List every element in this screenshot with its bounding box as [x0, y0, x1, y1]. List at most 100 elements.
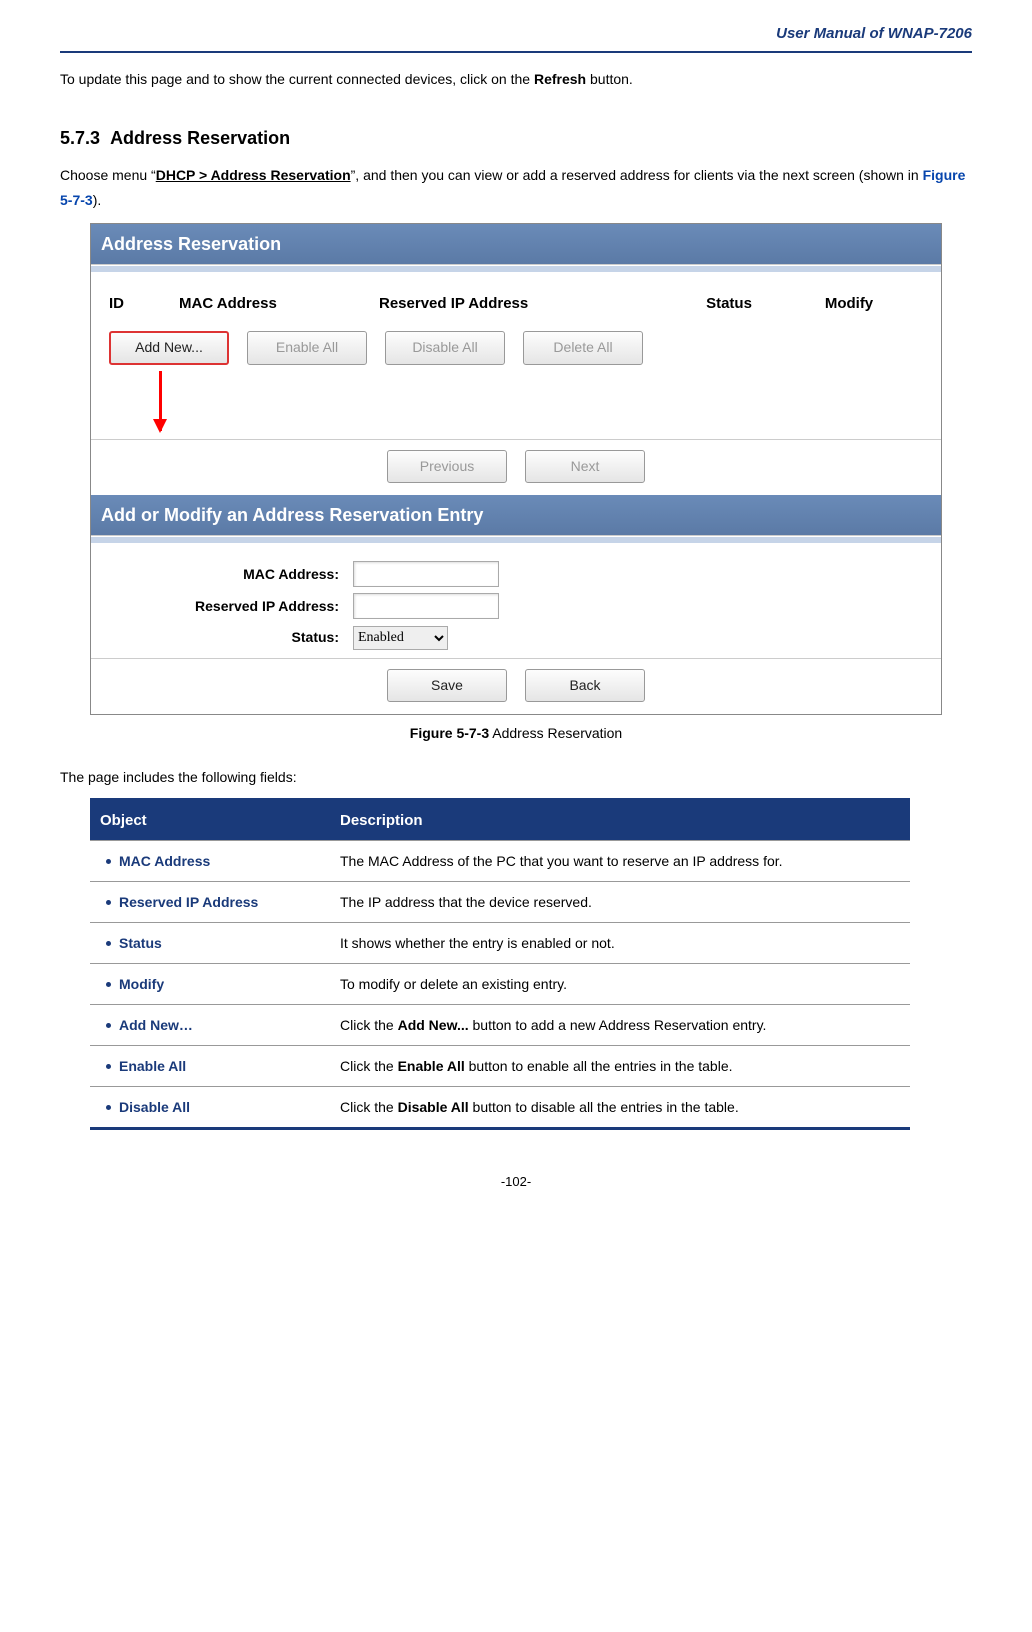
object-cell: Reserved IP Address [90, 881, 330, 922]
previous-button[interactable]: Previous [387, 450, 507, 483]
description-cell: Click the Enable All button to enable al… [330, 1045, 910, 1086]
desc-bold: Add New... [398, 1017, 469, 1033]
th-description: Description [330, 799, 910, 840]
object-text: MAC Address [119, 853, 210, 869]
description-cell: To modify or delete an existing entry. [330, 963, 910, 1004]
object-cell: Modify [90, 963, 330, 1004]
table-row: Add New… Click the Add New... button to a… [90, 1004, 910, 1045]
intro-post: button. [586, 71, 633, 87]
object-text: Enable All [119, 1058, 186, 1074]
description-cell: The IP address that the device reserved. [330, 881, 910, 922]
object-cell: Disable All [90, 1086, 330, 1128]
object-text: Modify [119, 976, 164, 992]
form-row-status: Status: Enabled [109, 625, 923, 650]
header-rule [60, 51, 972, 53]
object-cell: Status [90, 922, 330, 963]
description-cell: It shows whether the entry is enabled or… [330, 922, 910, 963]
bullet-icon [106, 982, 111, 987]
save-button[interactable]: Save [387, 669, 507, 702]
col-status: Status [659, 290, 799, 317]
form-row-mac: MAC Address: [109, 561, 923, 587]
bullet-icon [106, 941, 111, 946]
object-cell: Enable All [90, 1045, 330, 1086]
description-cell: The MAC Address of the PC that you want … [330, 840, 910, 881]
figure-caption: Figure 5-7-3 Address Reservation [60, 721, 972, 746]
bullet-icon [106, 1105, 111, 1110]
panel-accent [91, 265, 941, 272]
status-select[interactable]: Enabled [353, 626, 448, 650]
menu-post: ). [93, 192, 102, 208]
desc-bold: Disable All [398, 1099, 469, 1115]
col-mac: MAC Address [179, 290, 379, 317]
table-row: Reserved IP Address The IP address that t… [90, 881, 910, 922]
disable-all-button[interactable]: Disable All [385, 331, 505, 364]
mac-address-input[interactable] [353, 561, 499, 587]
back-button[interactable]: Back [525, 669, 645, 702]
desc-post: button to enable all the entries in the … [465, 1058, 733, 1074]
doc-header: User Manual of WNAP-7206 [60, 20, 972, 51]
table-row: Enable AllClick the Enable All button to… [90, 1045, 910, 1086]
fields-intro: The page includes the following fields: [60, 765, 972, 790]
figure-caption-bold: Figure 5-7-3 [410, 725, 489, 741]
desc-pre: Click the [340, 1017, 398, 1033]
desc-pre: The MAC Address of the PC that you want … [340, 853, 783, 869]
table-header-row: ID MAC Address Reserved IP Address Statu… [109, 284, 923, 331]
panel-accent-2 [91, 536, 941, 543]
menu-mid: ”, and then you can view or add a reserv… [351, 167, 923, 183]
page-footer: -102- [60, 1170, 972, 1193]
add-new-button[interactable]: Add New... [109, 331, 229, 364]
panel-body-1: ID MAC Address Reserved IP Address Statu… [91, 272, 941, 494]
menu-paragraph: Choose menu “DHCP > Address Reservation”… [60, 163, 972, 213]
mac-address-label: MAC Address: [109, 562, 353, 587]
object-text: Status [119, 935, 162, 951]
table-head-row: Object Description [90, 799, 910, 840]
enable-all-button[interactable]: Enable All [247, 331, 367, 364]
bullet-icon [106, 900, 111, 905]
object-text: Reserved IP Address [119, 894, 258, 910]
divider [91, 439, 941, 440]
desc-pre: The IP address that the device reserved. [340, 894, 592, 910]
table-row: Modify To modify or delete an existing en… [90, 963, 910, 1004]
intro-bold: Refresh [534, 71, 586, 87]
section-title: Address Reservation [110, 128, 290, 148]
table-row: Disable AllClick the Disable All button … [90, 1086, 910, 1128]
button-row: Add New... Enable All Disable All Delete… [109, 331, 923, 364]
divider-2 [91, 658, 941, 659]
description-cell: Click the Disable All button to disable … [330, 1086, 910, 1128]
save-back-row: Save Back [109, 667, 923, 702]
delete-all-button[interactable]: Delete All [523, 331, 643, 364]
bullet-icon [106, 859, 111, 864]
reserved-ip-input[interactable] [353, 593, 499, 619]
nav-row: Previous Next [109, 448, 923, 483]
reserved-ip-label: Reserved IP Address: [109, 594, 353, 619]
col-id: ID [109, 290, 179, 317]
menu-path: DHCP > Address Reservation [156, 167, 351, 183]
section-number: 5.7.3 [60, 128, 100, 148]
figure-caption-rest: Address Reservation [489, 725, 622, 741]
desc-pre: Click the [340, 1099, 398, 1115]
desc-post: button to disable all the entries in the… [469, 1099, 739, 1115]
form-row-ip: Reserved IP Address: [109, 593, 923, 619]
bullet-icon [106, 1023, 111, 1028]
next-button[interactable]: Next [525, 450, 645, 483]
status-label: Status: [109, 625, 353, 650]
object-text: Add New… [119, 1017, 193, 1033]
th-object: Object [90, 799, 330, 840]
description-table: Object Description MAC Address The MAC Ad… [90, 798, 910, 1130]
description-cell: Click the Add New... button to add a new… [330, 1004, 910, 1045]
panel-body-2: MAC Address: Reserved IP Address: Status… [91, 543, 941, 714]
menu-pre: Choose menu “ [60, 167, 156, 183]
intro-paragraph: To update this page and to show the curr… [60, 67, 972, 92]
figure-container: Address Reservation ID MAC Address Reser… [90, 223, 942, 716]
desc-bold: Enable All [398, 1058, 465, 1074]
panel-add-modify-title: Add or Modify an Address Reservation Ent… [91, 495, 941, 536]
table-row: Status It shows whether the entry is enab… [90, 922, 910, 963]
panel-address-reservation-title: Address Reservation [91, 224, 941, 265]
desc-pre: To modify or delete an existing entry. [340, 976, 567, 992]
bullet-icon [106, 1064, 111, 1069]
object-text: Disable All [119, 1099, 190, 1115]
col-ip: Reserved IP Address [379, 290, 659, 317]
section-heading: 5.7.3 Address Reservation [60, 122, 972, 154]
table-row: MAC Address The MAC Address of the PC tha… [90, 840, 910, 881]
desc-pre: It shows whether the entry is enabled or… [340, 935, 615, 951]
